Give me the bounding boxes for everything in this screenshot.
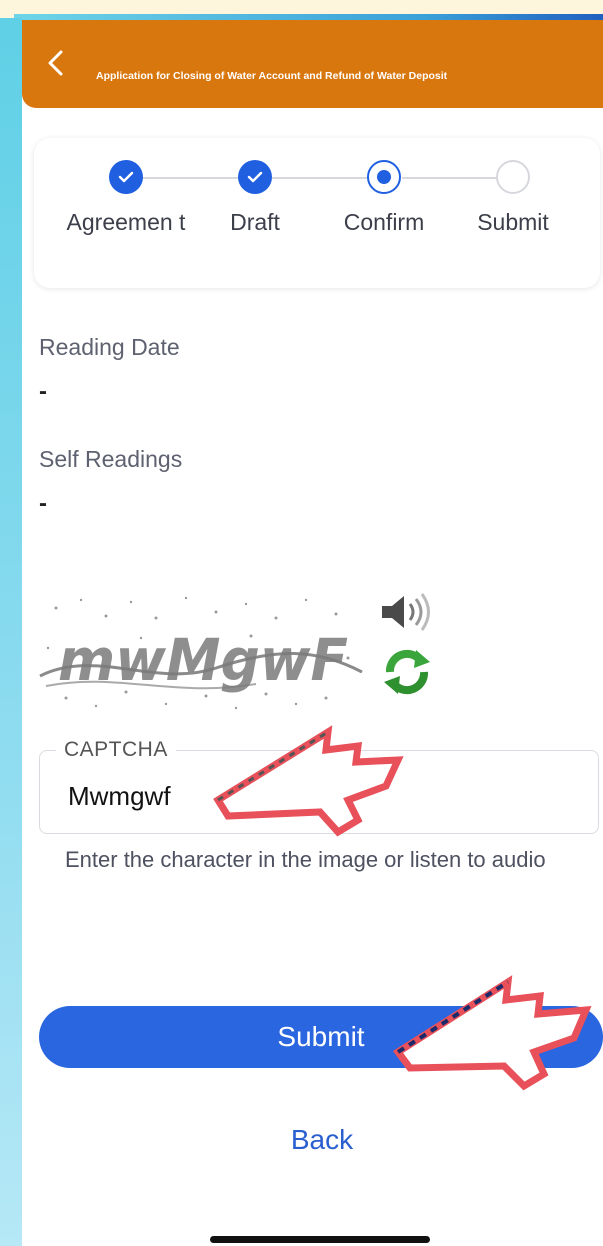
step-label-draft: Draft [230, 209, 280, 235]
page-title: Application for Closing of Water Account… [96, 70, 448, 82]
captcha-field-label: CAPTCHA [56, 738, 176, 762]
outer-frame-left [0, 18, 22, 1246]
refresh-captcha-icon[interactable] [380, 646, 434, 698]
self-readings-value: - [39, 490, 47, 517]
self-readings-label: Self Readings [39, 446, 183, 472]
back-button[interactable]: Back [222, 1118, 422, 1162]
captcha-image: mwMgwF [39, 596, 363, 710]
pointer-hand-icon [213, 725, 404, 837]
reading-date-value: - [39, 378, 47, 405]
step-submit-pending-icon [496, 160, 530, 194]
step-label-submit: Submit [477, 209, 549, 235]
step-label-agreement: Agreemen t [66, 209, 186, 235]
reading-date-label: Reading Date [39, 334, 180, 360]
home-indicator [210, 1236, 430, 1243]
back-arrow-icon[interactable] [44, 48, 68, 78]
step-agreement-check-icon [109, 160, 143, 194]
captcha-image-text: mwMgwF [58, 626, 348, 694]
step-confirm-current-icon [367, 160, 401, 194]
step-label-confirm: Confirm [343, 209, 425, 235]
pointer-hand-icon [392, 975, 592, 1091]
app-header: Application for Closing of Water Account… [22, 20, 603, 108]
stepper-connector [272, 177, 368, 179]
stepper-connector [402, 177, 498, 179]
phone-screen: Application for Closing of Water Account… [22, 20, 603, 1246]
step-draft-check-icon [238, 160, 272, 194]
stepper-connector [142, 177, 238, 179]
audio-speaker-icon[interactable] [378, 590, 434, 634]
